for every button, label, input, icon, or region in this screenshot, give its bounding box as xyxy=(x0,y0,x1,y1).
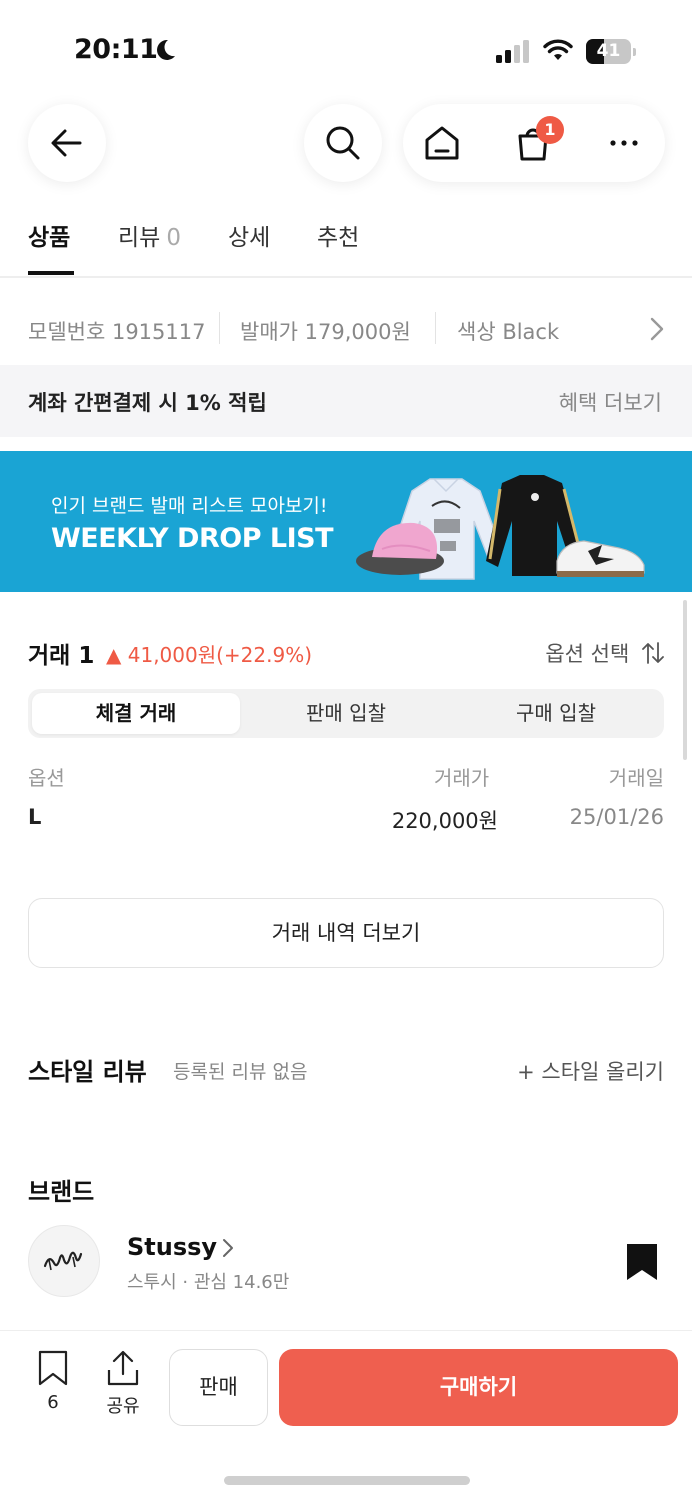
battery-level: 41 xyxy=(596,41,621,61)
share-label: 공유 xyxy=(106,1396,140,1417)
home-icon[interactable] xyxy=(422,123,462,163)
cellular-signal-icon xyxy=(496,40,529,63)
row-date: 25/01/26 xyxy=(569,805,664,829)
row-price: 220,000원 xyxy=(391,809,498,833)
style-review-empty: 등록된 리뷰 없음 xyxy=(173,1061,308,1083)
chevron-right-icon xyxy=(650,317,664,341)
brand-meta: 스투시 · 관심 14.6만 xyxy=(127,1272,290,1293)
col-price: 거래가 xyxy=(434,766,490,790)
tab-detail[interactable]: 상세 xyxy=(228,218,270,252)
buy-button[interactable]: 구매하기 xyxy=(279,1349,678,1426)
col-option: 옵션 xyxy=(28,766,65,790)
divider xyxy=(0,1330,692,1331)
sort-arrows-icon xyxy=(642,642,664,664)
divider xyxy=(0,276,692,278)
release-price: 발매가 179,000원 xyxy=(240,320,411,344)
share-button[interactable]: 공유 xyxy=(100,1350,146,1418)
payment-benefit-row: 계좌 간편결제 시 1% 적립 혜택 더보기 xyxy=(0,365,692,437)
stussy-logo-icon xyxy=(43,1251,83,1271)
weekly-drop-banner[interactable]: 인기 브랜드 발매 리스트 모아보기! WEEKLY DROP LIST xyxy=(0,451,692,592)
banner-title: WEEKLY DROP LIST xyxy=(51,523,334,554)
product-color: 색상 Black xyxy=(457,320,560,344)
tab-product[interactable]: 상품 xyxy=(28,218,70,252)
header-actions xyxy=(403,104,665,182)
tab-recommend[interactable]: 추천 xyxy=(317,218,359,252)
back-arrow-icon xyxy=(51,129,82,157)
review-count: 0 xyxy=(166,225,181,251)
brand-name[interactable]: Stussy xyxy=(127,1233,217,1261)
style-review-title: 스타일 리뷰 xyxy=(28,1058,147,1086)
status-time: 20:11 xyxy=(74,34,158,65)
wifi-icon xyxy=(543,39,573,60)
search-button[interactable] xyxy=(304,104,382,182)
segment-sell-bids[interactable]: 판매 입찰 xyxy=(242,693,450,734)
sell-button[interactable]: 판매 xyxy=(169,1349,268,1426)
segment-buy-bids[interactable]: 구매 입찰 xyxy=(452,693,660,734)
cart-count-badge: 1 xyxy=(536,116,564,144)
battery-indicator: 41 xyxy=(586,39,636,64)
option-select-button[interactable]: 옵션 선택 xyxy=(545,638,664,668)
search-icon xyxy=(326,126,360,160)
brand-section-title: 브랜드 xyxy=(28,1178,95,1206)
active-tab-indicator xyxy=(28,271,74,275)
row-option: L xyxy=(28,805,42,829)
trade-history-more-button[interactable]: 거래 내역 더보기 xyxy=(28,898,664,968)
bookmark-count: 6 xyxy=(47,1392,59,1413)
trade-title: 거래 1 xyxy=(28,643,95,669)
segment-executed-trades[interactable]: 체결 거래 xyxy=(32,693,240,734)
status-bar: 20:11 41 xyxy=(0,0,692,100)
benefit-more-link[interactable]: 혜택 더보기 xyxy=(559,387,662,417)
style-review-header: 스타일 리뷰 등록된 리뷰 없음 + 스타일 올리기 xyxy=(28,1052,664,1088)
bookmark-filled-icon[interactable] xyxy=(625,1242,659,1282)
benefit-text: 계좌 간편결제 시 1% 적립 xyxy=(28,391,267,415)
bookmark-button[interactable]: 6 xyxy=(34,1350,72,1413)
bookmark-icon xyxy=(38,1350,68,1386)
col-date: 거래일 xyxy=(608,766,664,790)
more-icon[interactable] xyxy=(604,123,644,163)
share-icon xyxy=(107,1350,139,1386)
trade-type-segmented-control: 체결 거래 판매 입찰 구매 입찰 xyxy=(28,689,664,738)
banner-products-image xyxy=(356,475,645,580)
back-button[interactable] xyxy=(28,104,106,182)
home-indicator xyxy=(224,1476,470,1485)
scrollbar[interactable] xyxy=(683,600,687,760)
banner-subtitle: 인기 브랜드 발매 리스트 모아보기! xyxy=(51,495,328,517)
trade-header: 거래 1 ▲ 41,000원(+22.9%) 옵션 선택 xyxy=(28,636,664,670)
chevron-right-icon xyxy=(223,1239,233,1257)
price-change: ▲ 41,000원(+22.9%) xyxy=(106,643,313,667)
tab-review[interactable]: 리뷰 0 xyxy=(118,218,181,252)
model-number: 모델번호 1915117 xyxy=(28,320,206,344)
product-specs-row[interactable]: 모델번호 1915117 발매가 179,000원 색상 Black xyxy=(28,310,668,350)
upload-style-button[interactable]: + 스타일 올리기 xyxy=(517,1056,664,1086)
moon-icon xyxy=(157,39,175,60)
brand-logo[interactable] xyxy=(28,1225,100,1297)
